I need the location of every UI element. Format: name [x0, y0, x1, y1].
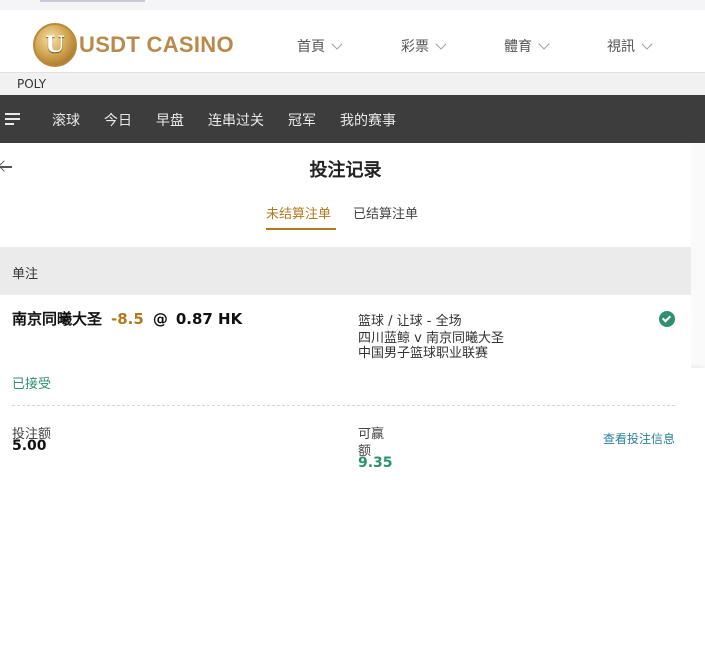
right-edge [691, 143, 705, 654]
active-tab-indicator [266, 228, 336, 230]
view-bet-details-link[interactable]: 查看投注信息 [603, 430, 675, 447]
nav-label: 體育 [504, 39, 532, 55]
stake-value: 5.00 [12, 438, 47, 454]
menu-icon[interactable] [5, 113, 20, 125]
tab-in-play[interactable]: 滚球 [52, 110, 80, 130]
nav-item-home[interactable]: 首頁 [297, 36, 343, 56]
sport-menu-bar: 滚球 今日 早盘 连串过关 冠军 我的赛事 [0, 95, 705, 143]
side-drawer-edge [691, 368, 705, 654]
chevron-down-icon [538, 37, 550, 50]
selection-team: 南京同曦大圣 [12, 310, 103, 328]
page-title: 投注记录 [309, 160, 382, 181]
bet-record-panel: 投注记录 未结算注单 已结算注单 单注 南京同曦大圣 -8.5 @ 0.87 H… [0, 143, 691, 654]
brand-logo[interactable]: U USDT CASINO [33, 23, 234, 67]
tab-outright[interactable]: 冠军 [288, 110, 316, 130]
provider-name: POLY [17, 77, 47, 91]
tab-settled[interactable]: 已结算注单 [353, 203, 418, 222]
status-badge: 已接受 [12, 377, 52, 392]
chevron-down-icon [331, 37, 343, 50]
check-circle-icon [659, 311, 675, 327]
nav-item-live[interactable]: 視訊 [607, 36, 653, 56]
tab-my-events[interactable]: 我的赛事 [340, 110, 396, 130]
bet-selection: 南京同曦大圣 -8.5 @ 0.87 HK [12, 308, 242, 329]
tab-unsettled[interactable]: 未结算注单 [266, 203, 331, 222]
tab-today[interactable]: 今日 [104, 110, 132, 130]
brand-name: USDT CASINO [79, 32, 234, 57]
nav-label: 首頁 [297, 39, 325, 55]
provider-bar: POLY [0, 72, 705, 95]
nav-label: 視訊 [607, 39, 635, 55]
win-value: 9.35 [358, 455, 393, 471]
top-accent [40, 0, 145, 2]
league-name: 中国男子篮球职业联赛 [358, 346, 489, 361]
odds-value: 0.87 HK [175, 310, 243, 328]
nav-item-sports[interactable]: 體育 [504, 36, 550, 56]
site-header: U USDT CASINO 首頁 彩票 體育 視訊 [0, 10, 705, 70]
tab-early[interactable]: 早盘 [156, 110, 184, 130]
top-strip [0, 0, 705, 10]
nav-label: 彩票 [401, 39, 429, 55]
tab-parlay[interactable]: 连串过关 [208, 110, 264, 130]
chevron-down-icon [435, 37, 447, 50]
nav-item-lottery[interactable]: 彩票 [401, 36, 447, 56]
dashed-divider [12, 405, 675, 406]
section-header: 单注 [0, 247, 691, 295]
at-symbol: @ [152, 310, 168, 328]
chevron-down-icon [641, 37, 653, 50]
handicap-value: -8.5 [111, 310, 144, 328]
logo-letter: U [45, 32, 65, 58]
section-label: 单注 [12, 267, 39, 282]
logo-badge-icon: U [33, 23, 77, 67]
